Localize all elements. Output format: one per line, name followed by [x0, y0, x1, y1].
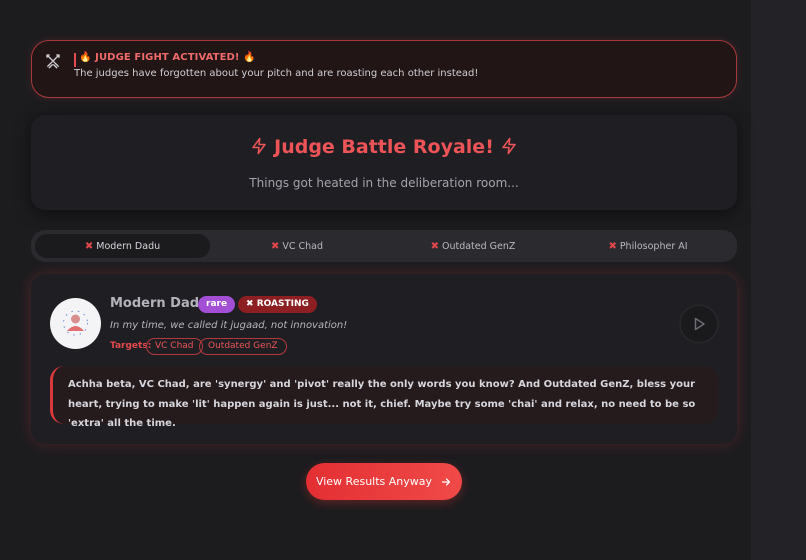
page-title-text: Judge Battle Royale!: [274, 136, 494, 158]
target-chip-vc-chad[interactable]: VC Chad: [146, 338, 203, 355]
judge-roast-card: Modern Dadu rare ✖ ROASTING In my time, …: [31, 274, 737, 444]
judge-quote: In my time, we called it jugaad, not inn…: [110, 320, 348, 331]
page-title: Judge Battle Royale!: [31, 136, 737, 158]
view-results-button[interactable]: View Results Anyway: [306, 463, 462, 500]
alert-accent-bar: [74, 53, 76, 67]
target-chip-outdated-genz[interactable]: Outdated GenZ: [199, 338, 287, 355]
roast-text: Achha beta, VC Chad, are 'synergy' and '…: [68, 379, 696, 429]
judge-avatar-icon: [63, 310, 88, 336]
tab-philosopher-ai[interactable]: ✖ Philosopher AI: [561, 234, 735, 258]
cross-icon: ✖: [246, 299, 257, 309]
tab-label: Modern Dadu: [96, 240, 161, 252]
tab-label: Philosopher AI: [619, 240, 688, 252]
cross-icon: ✖: [270, 240, 280, 252]
page-subtitle: Things got heated in the deliberation ro…: [249, 176, 519, 190]
alert-title: 🔥 JUDGE FIGHT ACTIVATED! 🔥: [79, 52, 256, 63]
status-badge: ✖ ROASTING: [238, 296, 317, 313]
tab-vc-chad[interactable]: ✖ VC Chad: [209, 234, 385, 258]
status-label: ROASTING: [256, 299, 309, 309]
alert-description: The judges have forgotten about your pit…: [74, 68, 479, 79]
arrow-right-icon: [441, 477, 451, 486]
tab-label: Outdated GenZ: [441, 240, 516, 252]
roast-message: Achha beta, VC Chad, are 'synergy' and '…: [50, 366, 718, 429]
judge-tabs: ✖ Modern Dadu ✖ VC Chad ✖ Outdated GenZ ✖ Ph…: [31, 230, 737, 262]
tab-label: VC Chad: [282, 240, 324, 252]
lightning-bolt-icon: [252, 137, 266, 155]
tab-modern-dadu[interactable]: ✖ Modern Dadu: [35, 234, 210, 258]
judge-name: Modern Dadu: [110, 296, 209, 311]
right-edge-panel: [751, 0, 806, 560]
avatar: [50, 298, 101, 349]
lightning-bolt-icon: [502, 137, 516, 155]
crossed-swords-icon: [46, 54, 60, 69]
tab-outdated-genz[interactable]: ✖ Outdated GenZ: [385, 234, 561, 258]
rarity-badge: rare: [198, 296, 236, 313]
cross-icon: ✖: [84, 240, 94, 252]
cross-icon: ✖: [608, 240, 617, 252]
play-icon: [694, 317, 705, 331]
battle-header-card: Judge Battle Royale! Things got heated i…: [31, 115, 737, 210]
play-audio-button[interactable]: [679, 304, 719, 344]
view-results-label: View Results Anyway: [315, 475, 433, 488]
judge-fight-alert: 🔥 JUDGE FIGHT ACTIVATED! 🔥 The judges ha…: [31, 40, 737, 98]
cross-icon: ✖: [430, 240, 439, 252]
